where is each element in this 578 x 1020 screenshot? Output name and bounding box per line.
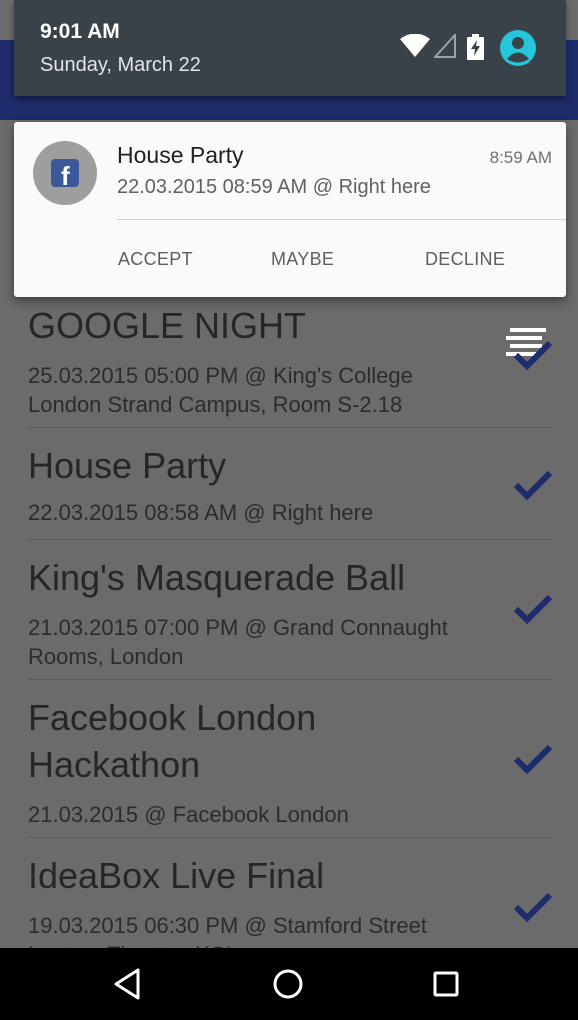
event-row[interactable]: IdeaBox Live Final 19.03.2015 06:30 PM @… <box>28 838 553 948</box>
event-detail: 21.03.2015 @ Facebook London <box>28 802 349 827</box>
facebook-icon: f <box>51 159 79 190</box>
back-icon[interactable] <box>109 964 149 1004</box>
notification-time: 8:59 AM <box>489 148 552 167</box>
accept-button[interactable]: ACCEPT <box>118 249 193 270</box>
event-title: King's Masquerade Ball <box>28 557 406 598</box>
event-title: IdeaBox Live Final <box>28 855 325 896</box>
navigation-bar <box>0 948 578 1020</box>
event-detail: 25.03.2015 05:00 PM @ King's College Lon… <box>28 363 413 417</box>
check-icon[interactable] <box>513 340 553 371</box>
notification-shade-header: 9:01 AM Sunday, March 22 <box>14 0 566 96</box>
date: Sunday, March 22 <box>40 54 201 76</box>
home-icon[interactable] <box>268 964 308 1004</box>
recents-icon[interactable] <box>426 964 466 1004</box>
clock: 9:01 AM <box>40 20 120 43</box>
decline-button[interactable]: DECLINE <box>425 249 505 270</box>
app-icon-circle: f <box>33 141 97 205</box>
event-row[interactable]: GOOGLE NIGHT 25.03.2015 05:00 PM @ King'… <box>28 300 553 428</box>
divider <box>117 219 566 220</box>
heads-up-notification[interactable]: f House Party 8:59 AM 22.03.2015 08:59 A… <box>14 122 566 297</box>
check-icon[interactable] <box>513 744 553 775</box>
event-row[interactable]: House Party 22.03.2015 08:58 AM @ Right … <box>28 428 553 540</box>
notification-title: House Party <box>117 142 244 168</box>
check-icon[interactable] <box>513 594 553 625</box>
notification-text: 22.03.2015 08:59 AM @ Right here <box>117 176 431 198</box>
check-icon[interactable] <box>513 470 553 501</box>
event-title: GOOGLE NIGHT <box>28 305 307 346</box>
event-detail: 21.03.2015 07:00 PM @ Grand Connaught Ro… <box>28 615 448 669</box>
account-icon[interactable] <box>500 30 536 66</box>
event-detail: 22.03.2015 08:58 AM @ Right here <box>28 500 374 525</box>
check-icon[interactable] <box>513 892 553 923</box>
event-title: Facebook London Hackathon <box>28 697 317 785</box>
event-row[interactable]: King's Masquerade Ball 21.03.2015 07:00 … <box>28 540 553 680</box>
event-detail: 19.03.2015 06:30 PM @ Stamford Street Le… <box>28 913 428 948</box>
wifi-icon <box>400 33 430 58</box>
signal-icon <box>432 32 456 58</box>
event-list: GOOGLE NIGHT 25.03.2015 05:00 PM @ King'… <box>28 300 553 948</box>
maybe-button[interactable]: MAYBE <box>271 249 334 270</box>
event-title: House Party <box>28 445 227 486</box>
event-row[interactable]: Facebook London Hackathon 21.03.2015 @ F… <box>28 680 553 838</box>
battery-charging-icon <box>467 34 484 60</box>
